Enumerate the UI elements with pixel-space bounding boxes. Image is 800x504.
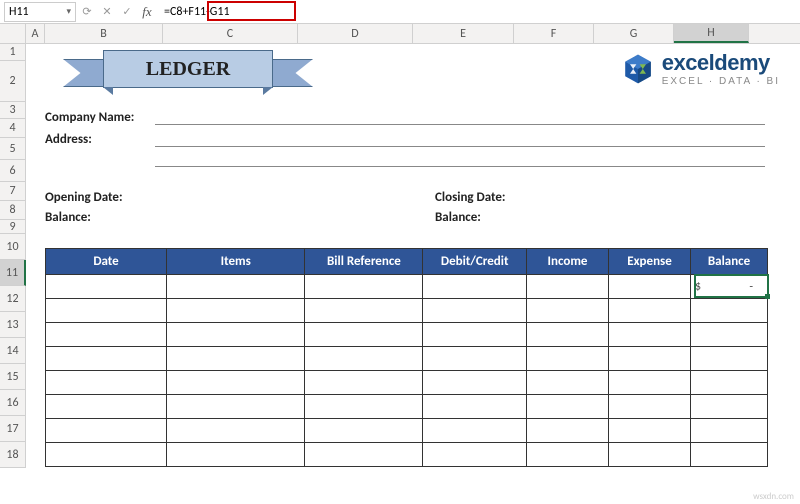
- row-header[interactable]: 5: [0, 138, 26, 160]
- col-header[interactable]: D: [298, 24, 413, 43]
- row-header[interactable]: 2: [0, 61, 26, 102]
- row-header[interactable]: 16: [0, 390, 26, 416]
- table-row[interactable]: [46, 347, 768, 371]
- ledger-table: Date Items Bill Reference Debit/Credit I…: [45, 248, 768, 467]
- col-header[interactable]: G: [594, 24, 674, 43]
- row-header[interactable]: 14: [0, 338, 26, 364]
- brand-sub: EXCEL · DATA · BI: [662, 76, 780, 87]
- select-all-corner[interactable]: [0, 24, 26, 43]
- name-box-value: H11: [9, 5, 29, 19]
- row-header[interactable]: 4: [0, 119, 26, 138]
- row-header[interactable]: 6: [0, 160, 26, 182]
- col-header[interactable]: F: [514, 24, 594, 43]
- ledger-banner: LEDGER: [63, 50, 313, 90]
- company-name-label: Company Name:: [45, 110, 134, 125]
- table-row[interactable]: $-: [46, 275, 768, 299]
- opening-date-label: Opening Date:: [45, 190, 123, 205]
- row-header[interactable]: 12: [0, 286, 26, 312]
- th-dc[interactable]: Debit/Credit: [423, 249, 527, 275]
- th-balance[interactable]: Balance: [691, 249, 768, 275]
- col-header[interactable]: H: [674, 24, 749, 43]
- cell-balance-first[interactable]: $-: [691, 275, 768, 299]
- th-items[interactable]: Items: [167, 249, 305, 275]
- col-header[interactable]: A: [26, 24, 45, 43]
- address-line2: [155, 166, 765, 167]
- watermark: wsxdn.com: [753, 491, 794, 502]
- banner-title: LEDGER: [103, 50, 273, 88]
- th-expense[interactable]: Expense: [609, 249, 691, 275]
- th-bill[interactable]: Bill Reference: [305, 249, 423, 275]
- row-header[interactable]: 17: [0, 416, 26, 442]
- opening-balance-label: Balance:: [45, 210, 91, 225]
- row-header[interactable]: 11: [0, 260, 26, 286]
- row-header[interactable]: 3: [0, 102, 26, 119]
- address-label: Address:: [45, 132, 92, 147]
- name-box[interactable]: H11 ▾: [4, 2, 76, 22]
- row-header[interactable]: 1: [0, 44, 26, 61]
- brand-logo-block: exceldemy EXCEL · DATA · BI: [622, 50, 780, 87]
- table-row[interactable]: [46, 443, 768, 467]
- column-headers: A B C D E F G H: [0, 24, 800, 44]
- th-date[interactable]: Date: [46, 249, 167, 275]
- chevron-down-icon[interactable]: ▾: [66, 6, 71, 17]
- row-header[interactable]: 7: [0, 182, 26, 201]
- company-name-line: [155, 124, 765, 125]
- brand-name: exceldemy: [662, 50, 780, 76]
- row-headers: 1 2 3 4 5 6 7 8 9 10 11 12 13 14 15 16 1…: [0, 44, 26, 468]
- table-row[interactable]: [46, 371, 768, 395]
- table-row[interactable]: [46, 419, 768, 443]
- table-row[interactable]: [46, 395, 768, 419]
- table-row[interactable]: [46, 299, 768, 323]
- row-header[interactable]: 18: [0, 442, 26, 468]
- exceldemy-logo-icon: [622, 53, 654, 85]
- history-icon[interactable]: ⟳: [78, 3, 96, 21]
- closing-date-label: Closing Date:: [435, 190, 506, 205]
- row-header[interactable]: 9: [0, 220, 26, 234]
- address-line1: [155, 146, 765, 147]
- table-row[interactable]: [46, 323, 768, 347]
- col-header[interactable]: B: [45, 24, 163, 43]
- row-header[interactable]: 8: [0, 201, 26, 220]
- formula-bar: H11 ▾ ⟳ ✕ ✓ fx =C8+F11-G11: [0, 0, 800, 24]
- enter-icon[interactable]: ✓: [118, 3, 136, 21]
- col-header[interactable]: E: [413, 24, 514, 43]
- row-header[interactable]: 15: [0, 364, 26, 390]
- fx-icon[interactable]: fx: [138, 3, 156, 21]
- formula-highlight-box: [207, 1, 296, 21]
- row-header[interactable]: 10: [0, 234, 26, 260]
- cancel-icon[interactable]: ✕: [98, 3, 116, 21]
- th-income[interactable]: Income: [526, 249, 608, 275]
- row-header[interactable]: 13: [0, 312, 26, 338]
- col-header[interactable]: C: [163, 24, 298, 43]
- closing-balance-label: Balance:: [435, 210, 481, 225]
